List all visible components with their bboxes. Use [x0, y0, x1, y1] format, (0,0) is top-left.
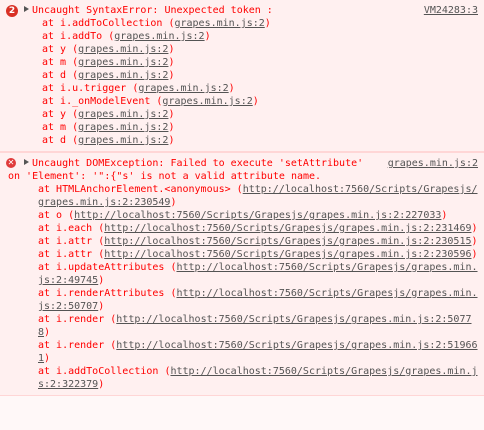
frame-link[interactable]: http://localhost:7560/Scripts/Grapesjs/g… — [104, 236, 471, 247]
frame-function: at i.render — [38, 340, 105, 351]
error-icon: ✕ — [6, 158, 16, 168]
error-message-continued: on 'Element': '":{"s' is not a valid att… — [8, 171, 322, 182]
console-error-entry[interactable]: ✕ Uncaught DOMException: Failed to execu… — [0, 152, 484, 396]
stack-trace: at i.addToCollection (grapes.min.js:2) a… — [24, 17, 478, 147]
frame-function: at i.updateAttributes — [38, 262, 165, 273]
frame-link[interactable]: grapes.min.js:2 — [78, 122, 168, 133]
frame-function: at d — [42, 70, 67, 81]
stack-frame: at m (grapes.min.js:2) — [42, 57, 175, 68]
frame-function: at y — [42, 44, 67, 55]
frame-function: at i.addTo — [42, 31, 103, 42]
frame-function: at m — [42, 122, 67, 133]
frame-link[interactable]: grapes.min.js:2 — [162, 96, 252, 107]
stack-frame: at m (grapes.min.js:2) — [42, 122, 175, 133]
stack-frame: at i.renderAttributes (http://localhost:… — [38, 288, 478, 312]
frame-function: at y — [42, 109, 67, 120]
stack-frame: at i.addTo (grapes.min.js:2) — [42, 31, 211, 42]
stack-frame: at i.attr (http://localhost:7560/Scripts… — [38, 249, 478, 260]
stack-frame: at i.addToCollection (grapes.min.js:2) — [42, 18, 271, 29]
frame-function: at HTMLAnchorElement.<anonymous> — [38, 184, 231, 195]
frame-function: at i.addToCollection — [38, 366, 159, 377]
stack-frame: at i.u.trigger (grapes.min.js:2) — [42, 83, 235, 94]
frame-function: at d — [42, 135, 67, 146]
expand-triangle-icon[interactable] — [24, 6, 29, 12]
frame-link[interactable]: grapes.min.js:2 — [78, 44, 168, 55]
frame-function: at i.addToCollection — [42, 18, 163, 29]
frame-function: at i.renderAttributes — [38, 288, 165, 299]
stack-frame: at i.render (http://localhost:7560/Scrip… — [38, 314, 472, 338]
frame-function: at m — [42, 57, 67, 68]
stack-frame: at i.each (http://localhost:7560/Scripts… — [38, 223, 478, 234]
frame-function: at i.u.trigger — [42, 83, 127, 94]
stack-frame: at i.updateAttributes (http://localhost:… — [38, 262, 478, 286]
frame-link[interactable]: grapes.min.js:2 — [138, 83, 228, 94]
stack-trace: at HTMLAnchorElement.<anonymous> (http:/… — [24, 183, 478, 391]
frame-link[interactable]: grapes.min.js:2 — [78, 70, 168, 81]
error-count-badge: 2 — [6, 5, 18, 17]
frame-link[interactable]: grapes.min.js:2 — [78, 57, 168, 68]
frame-link[interactable]: grapes.min.js:2 — [174, 18, 264, 29]
stack-frame: at d (grapes.min.js:2) — [42, 70, 175, 81]
frame-link[interactable]: http://localhost:7560/Scripts/Grapesjs/g… — [104, 223, 471, 234]
stack-frame: at i.addToCollection (http://localhost:7… — [38, 366, 478, 390]
frame-function: at i.render — [38, 314, 105, 325]
frame-link[interactable]: grapes.min.js:2 — [78, 135, 168, 146]
stack-frame: at i._onModelEvent (grapes.min.js:2) — [42, 96, 259, 107]
stack-frame: at y (grapes.min.js:2) — [42, 109, 175, 120]
stack-frame: at d (grapes.min.js:2) — [42, 135, 175, 146]
frame-function: at i.attr — [38, 249, 93, 260]
devtools-console: 2 Uncaught SyntaxError: Unexpected token… — [0, 0, 484, 430]
source-link[interactable]: grapes.min.js:2 — [388, 157, 478, 170]
frame-link[interactable]: http://localhost:7560/Scripts/Grapesjs/g… — [74, 210, 441, 221]
stack-frame: at y (grapes.min.js:2) — [42, 44, 175, 55]
source-link[interactable]: VM24283:3 — [424, 4, 478, 17]
frame-link[interactable]: grapes.min.js:2 — [78, 109, 168, 120]
stack-frame: at HTMLAnchorElement.<anonymous> (http:/… — [38, 184, 478, 208]
frame-function: at i.each — [38, 223, 93, 234]
error-message: Uncaught DOMException: Failed to execute… — [32, 158, 364, 169]
frame-function: at o — [38, 210, 63, 221]
stack-frame: at o (http://localhost:7560/Scripts/Grap… — [38, 210, 448, 221]
frame-link[interactable]: http://localhost:7560/Scripts/Grapesjs/g… — [104, 249, 471, 260]
frame-function: at i._onModelEvent — [42, 96, 151, 107]
error-message: Uncaught SyntaxError: Unexpected token : — [32, 5, 273, 16]
frame-link[interactable]: http://localhost:7560/Scripts/Grapesjs/g… — [38, 340, 478, 364]
stack-frame: at i.attr (http://localhost:7560/Scripts… — [38, 236, 478, 247]
stack-frame: at i.render (http://localhost:7560/Scrip… — [38, 340, 478, 364]
console-error-entry[interactable]: 2 Uncaught SyntaxError: Unexpected token… — [0, 0, 484, 152]
expand-triangle-icon[interactable] — [24, 159, 29, 165]
frame-link[interactable]: http://localhost:7560/Scripts/Grapesjs/g… — [38, 314, 472, 338]
frame-link[interactable]: grapes.min.js:2 — [114, 31, 204, 42]
frame-function: at i.attr — [38, 236, 93, 247]
